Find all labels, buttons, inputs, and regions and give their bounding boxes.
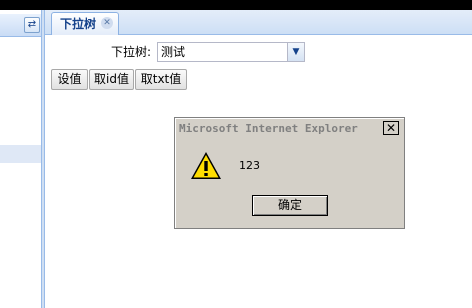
field-label: 下拉树:: [111, 45, 152, 59]
combo-value: 测试: [161, 45, 186, 59]
ok-button[interactable]: 确定: [252, 195, 328, 216]
top-bar: [0, 0, 472, 10]
get-text-button[interactable]: 取txt值: [135, 69, 187, 90]
tab-dropdown-tree[interactable]: 下拉树 ✕: [51, 12, 120, 35]
warning-icon: [191, 152, 221, 179]
tab-label: 下拉树: [60, 17, 97, 31]
left-panel-selected-row[interactable]: [0, 145, 41, 163]
left-panel-header: ⇄: [0, 14, 41, 37]
refresh-icon[interactable]: ⇄: [24, 17, 40, 33]
alert-dialog: Microsoft Internet Explorer ✕ 123 确定: [174, 117, 405, 229]
close-icon[interactable]: ✕: [101, 17, 114, 29]
dialog-message: 123: [239, 159, 260, 172]
dropdown-tree-combo[interactable]: 测试 ▼: [157, 42, 305, 62]
close-icon[interactable]: ✕: [383, 121, 399, 135]
set-value-button[interactable]: 设值: [51, 69, 88, 90]
dialog-title: Microsoft Internet Explorer: [179, 122, 358, 135]
get-id-button[interactable]: 取id值: [89, 69, 134, 90]
chevron-down-icon[interactable]: ▼: [287, 43, 304, 61]
tab-strip: 下拉树 ✕: [45, 10, 472, 35]
dialog-titlebar[interactable]: Microsoft Internet Explorer ✕: [177, 120, 402, 137]
left-panel: ⇄: [0, 10, 41, 308]
